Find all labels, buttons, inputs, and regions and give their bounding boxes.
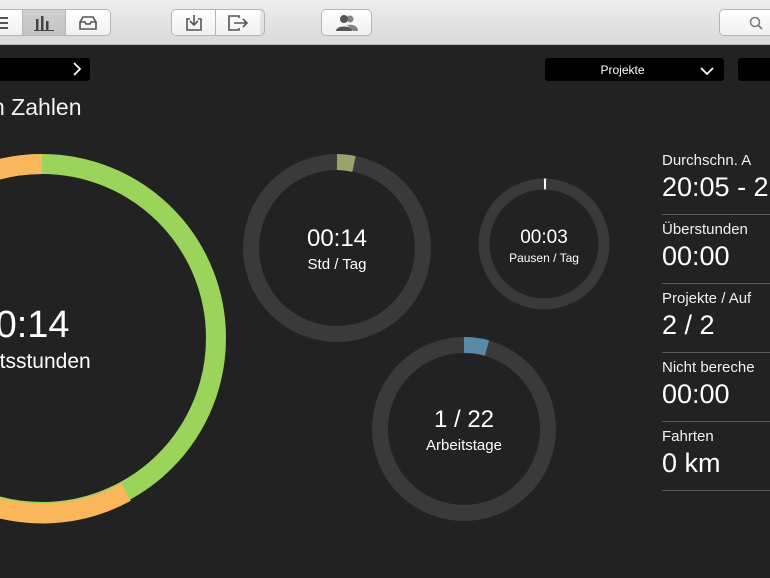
workdays-ring-text: 1 / 22 Arbeitstage [404, 406, 524, 454]
stat-value: 2 / 2 [662, 310, 715, 340]
workdays-label: Arbeitstage [426, 437, 502, 454]
per-day-ring-text: 00:14 Std / Tag [277, 225, 397, 273]
stat-not-billed: Nicht bereche 00:00 [662, 353, 770, 422]
stats-list: Durchschn. A 20:05 - 2 Überstunden 00:00… [662, 146, 770, 491]
main-ring-label: eitsstunden [0, 350, 91, 373]
stat-overtime: Überstunden 00:00 [662, 215, 770, 284]
main-ring-text: 00:14 eitsstunden [0, 304, 142, 374]
stat-average-hours: Durchschn. A 20:05 - 2 [662, 146, 770, 215]
per-day-value: 00:14 [306, 225, 368, 252]
workdays-ring-progress [463, 337, 490, 356]
stat-label: Projekte / Auf [662, 290, 752, 307]
per-day-label: Std / Tag [307, 256, 367, 273]
breaks-value: 00:03 [520, 227, 568, 248]
stat-label: Nicht bereche [662, 359, 755, 376]
breaks-label: Pausen / Tag [509, 251, 579, 265]
stat-value: 00:00 [662, 241, 730, 271]
per-day-ring-progress [336, 154, 356, 172]
workdays-value: 1 / 22 [433, 406, 495, 433]
stat-projects: Projekte / Auf 2 / 2 [662, 284, 770, 353]
stat-label: Fahrten [662, 428, 714, 445]
stat-value: 0 km [662, 448, 721, 478]
rings-canvas [0, 154, 610, 524]
stat-label: Durchschn. A [662, 152, 752, 169]
main-ring-value: 00:14 [0, 304, 70, 346]
stat-trips: Fahrten 0 km [662, 422, 770, 491]
stat-label: Überstunden [662, 221, 748, 238]
breaks-ring-text: 00:03 Pausen / Tag [489, 227, 599, 265]
stat-value: 00:00 [662, 379, 730, 409]
stat-value: 20:05 - 2 [662, 172, 769, 202]
